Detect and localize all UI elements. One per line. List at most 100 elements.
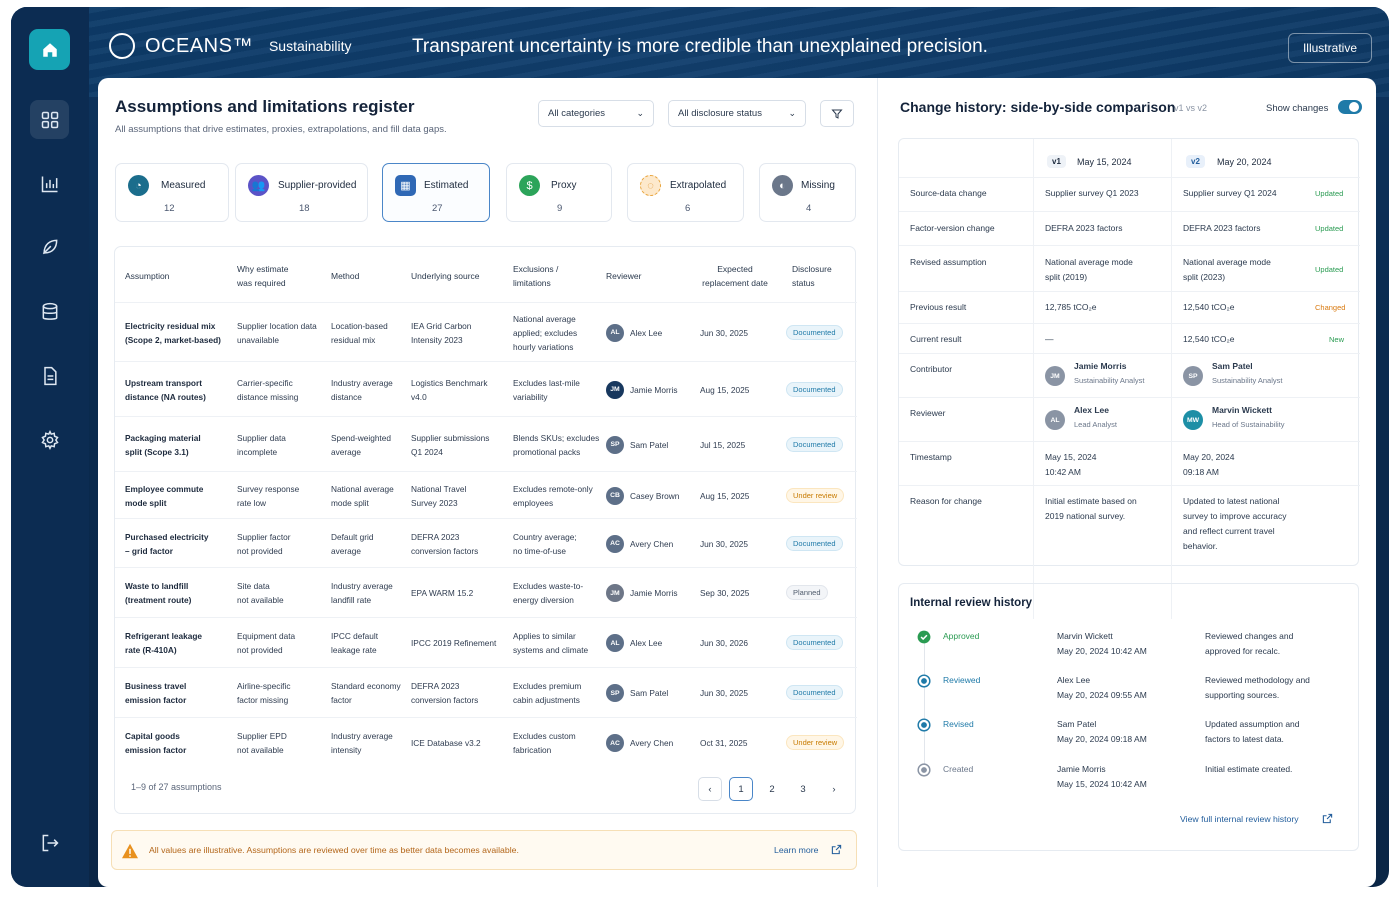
col-why-line2: was required	[237, 278, 286, 288]
table-row[interactable]: Electricity residual mix (Scope 2, market…	[115, 302, 857, 361]
col-expected: Expected replacement date	[700, 262, 770, 290]
exclusion-line: hourly variations	[513, 341, 574, 352]
exclusions-cell: Excludes last-mile variability	[513, 376, 580, 404]
v2-tag: v2	[1186, 155, 1205, 168]
why-line: Survey response	[237, 483, 300, 494]
replacement-date: Jun 30, 2025	[700, 538, 748, 549]
status-badge: Under review	[786, 487, 845, 503]
change-row: Source-data change Supplier survey Q1 20…	[899, 177, 1360, 211]
page-2-button[interactable]: 2	[760, 777, 784, 801]
table-row[interactable]: Upstream transport distance (NA routes) C…	[115, 361, 857, 416]
filter-button[interactable]	[820, 100, 854, 127]
table-row[interactable]: Refrigerant leakage rate (R-410A) Equipme…	[115, 617, 857, 667]
exclusions-cell: Excludes premium cabin adjustments	[513, 679, 581, 707]
v2-value: National average mode split (2023)	[1183, 255, 1271, 285]
why-line: rate low	[237, 497, 267, 508]
prev-page-button[interactable]: ‹	[698, 777, 722, 801]
leaf-icon[interactable]	[30, 227, 69, 266]
reviewer-name: Alex Lee	[630, 327, 663, 338]
history-entry: Marvin Wickett May 20, 2024 10:42 AM	[1057, 629, 1147, 659]
stat-measured[interactable]: ◔ Measured 12	[115, 163, 229, 222]
illustrative-button[interactable]: Illustrative	[1287, 33, 1372, 63]
exclusion-line: National average	[513, 313, 576, 324]
history-note: Initial estimate created.	[1205, 762, 1292, 777]
assumption-line: Purchased electricity	[125, 531, 209, 542]
v2-line: Updated to latest national	[1183, 496, 1280, 506]
why-cell: Equipment data not provided	[237, 629, 295, 657]
row-label: Revised assumption	[910, 257, 987, 267]
document-icon[interactable]	[30, 356, 69, 395]
exclusion-line: no time-of-use	[513, 545, 567, 556]
col-excl-line2: limitations	[513, 278, 551, 288]
tagline: Transparent uncertainty is more credible…	[412, 36, 988, 57]
exclusion-line: Country average;	[513, 531, 577, 542]
method-line: Industry average	[331, 731, 393, 741]
v2-line: split (2023)	[1183, 272, 1226, 282]
reviewer-avatar: AC	[606, 534, 624, 553]
stat-estimated[interactable]: ▦ Estimated 27	[382, 163, 490, 222]
reviewer-avatar: AC	[606, 734, 624, 752]
assumption-cell: Business travel emission factor	[125, 679, 186, 707]
category-filter-select[interactable]: All categories ⌄	[538, 100, 654, 127]
page-1-button[interactable]: 1	[729, 777, 753, 801]
show-changes-toggle[interactable]	[1338, 100, 1362, 114]
home-icon[interactable]	[29, 29, 70, 70]
row-label: Current result	[910, 334, 962, 344]
brand-name: OCEANS™	[145, 34, 253, 57]
logout-icon[interactable]	[30, 823, 69, 862]
v2-value: Updated to latest national survey to impr…	[1183, 494, 1286, 554]
next-page-button[interactable]: ›	[822, 777, 846, 801]
stat-proxy[interactable]: $ Proxy 9	[506, 163, 612, 222]
disclosure-filter-select[interactable]: All disclosure status ⌄	[668, 100, 806, 127]
database-icon[interactable]	[30, 292, 69, 331]
reviewer-name: Avery Chen	[630, 738, 674, 748]
stat-label: Supplier-provided	[278, 180, 357, 191]
history-note-line: approved for recalc.	[1205, 646, 1281, 656]
table-row[interactable]: Packaging material split (Scope 3.1) Supp…	[115, 416, 857, 471]
chevron-down-icon: ⌄	[636, 108, 644, 118]
change-row: Previous result 12,785 tCO₂e 12,540 tCO₂…	[899, 291, 1360, 323]
assumption-cell: Waste to landfill (treatment route)	[125, 579, 191, 607]
page-3-button[interactable]: 3	[791, 777, 815, 801]
col-why: Why estimate was required	[237, 262, 289, 290]
why-cell: Supplier factor not provided	[237, 530, 291, 558]
history-when: May 20, 2024 09:18 AM	[1057, 734, 1147, 744]
table-row[interactable]: Business travel emission factor Airline-s…	[115, 667, 857, 717]
method-line: Standard economy	[331, 681, 401, 691]
table-row[interactable]: Purchased electricity – grid factor Suppl…	[115, 518, 857, 567]
avatar: MW	[1183, 410, 1203, 430]
history-note-line: Reviewed methodology and	[1205, 675, 1310, 685]
v2-line: National average mode	[1183, 257, 1271, 267]
source-line: IPCC 2019 Refinement	[411, 638, 497, 648]
source-line: Logistics Benchmark	[411, 377, 488, 388]
replacement-date: Aug 15, 2025	[700, 384, 750, 395]
status-badge: Documented	[786, 381, 843, 397]
table-row[interactable]: Capital goods emission factor Supplier EP…	[115, 717, 857, 767]
dashboard-grid-icon[interactable]	[30, 100, 69, 139]
exclusions-cell: Excludes custom fabrication	[513, 729, 576, 757]
assumption-cell: Employee commute mode split	[125, 482, 203, 510]
stat-supplier-provided[interactable]: 👥 Supplier-provided 18	[235, 163, 368, 222]
brand: OCEANS™ Sustainability	[109, 33, 351, 59]
contributor-name: Sam Patel	[1212, 361, 1253, 371]
updated-badge: Updated	[1315, 189, 1344, 198]
exclusion-line: energy diversion	[513, 595, 574, 605]
status-badge: Documented	[786, 685, 843, 700]
settings-gear-icon[interactable]	[30, 420, 69, 459]
stat-missing[interactable]: ◐ Missing 4	[759, 163, 856, 222]
register-title: Assumptions and limitations register	[115, 97, 415, 116]
created-dot-icon	[917, 763, 931, 782]
learn-more-link[interactable]: Learn more	[774, 845, 818, 855]
v1-value: May 15, 2024 10:42 AM	[1045, 450, 1097, 480]
table-row[interactable]: Waste to landfill (treatment route) Site …	[115, 567, 857, 617]
row-label: Timestamp	[910, 452, 952, 462]
chart-icon[interactable]	[30, 164, 69, 203]
why-line: Equipment data	[237, 631, 296, 641]
table-row[interactable]: Employee commute mode split Survey respon…	[115, 471, 857, 518]
stat-extrapolated[interactable]: ◌ Extrapolated 6	[627, 163, 744, 222]
v1-line: 2019 national survey.	[1045, 511, 1126, 521]
why-cell: Supplier data incomplete	[237, 431, 286, 459]
full-history-link[interactable]: View full internal review history	[1180, 814, 1299, 824]
source-line: conversion factors	[411, 695, 479, 705]
method-line: IPCC default	[331, 631, 379, 641]
